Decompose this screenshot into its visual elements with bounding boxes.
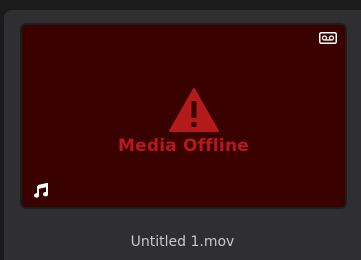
clip-name-label: Untitled 1.mov <box>130 234 235 250</box>
tape-icon <box>319 32 337 44</box>
clip-thumbnail[interactable]: Media Offline <box>20 23 347 209</box>
media-offline-label: Media Offline <box>118 136 249 156</box>
warning-icon <box>169 88 219 132</box>
audio-note-icon <box>34 183 48 198</box>
media-pool-clip-card[interactable]: Media Offline Untitled 1.mov <box>4 10 361 260</box>
